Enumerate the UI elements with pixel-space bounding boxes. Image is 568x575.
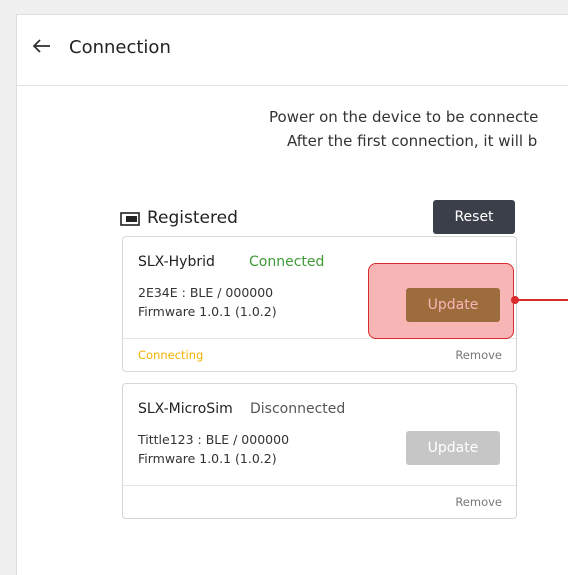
device-id-line: Tittle123 : BLE / 000000: [138, 432, 290, 447]
device-name: SLX-Hybrid: [138, 254, 215, 270]
device-status: Connected: [249, 254, 325, 270]
remove-link[interactable]: Remove: [455, 495, 502, 509]
connecting-status: Connecting: [138, 348, 204, 362]
device-status: Disconnected: [250, 401, 346, 417]
device-card-microsim: SLX-MicroSim Disconnected Tittle123 : BL…: [122, 383, 517, 519]
registered-header: Registered Reset: [120, 199, 515, 235]
instruction-line-2: After the first connection, it will b: [287, 132, 538, 150]
registered-label: Registered: [147, 208, 238, 228]
reset-button[interactable]: Reset: [433, 200, 515, 234]
card-footer: Connecting Remove: [123, 338, 516, 371]
device-info: 2E34E : BLE / 000000 Firmware 1.0.1 (1.0…: [138, 283, 277, 321]
arrow-left-icon[interactable]: [31, 35, 53, 57]
update-button-disabled[interactable]: Update: [406, 431, 500, 465]
device-card-icon: [120, 212, 140, 226]
card-footer: Remove: [123, 485, 516, 518]
instruction-line-1: Power on the device to be connecte: [269, 108, 539, 126]
device-id-line: 2E34E : BLE / 000000: [138, 285, 274, 300]
connection-window: Connection Power on the device to be con…: [16, 14, 568, 575]
callout-pointer-line: [515, 299, 568, 301]
device-info: Tittle123 : BLE / 000000 Firmware 1.0.1 …: [138, 430, 289, 468]
device-firmware: Firmware 1.0.1 (1.0.2): [138, 304, 277, 319]
device-name: SLX-MicroSim: [138, 401, 233, 417]
page-title: Connection: [69, 37, 171, 58]
update-highlight-callout: [368, 263, 514, 339]
remove-link[interactable]: Remove: [455, 348, 502, 362]
header: Connection: [17, 15, 568, 86]
device-firmware: Firmware 1.0.1 (1.0.2): [138, 451, 277, 466]
